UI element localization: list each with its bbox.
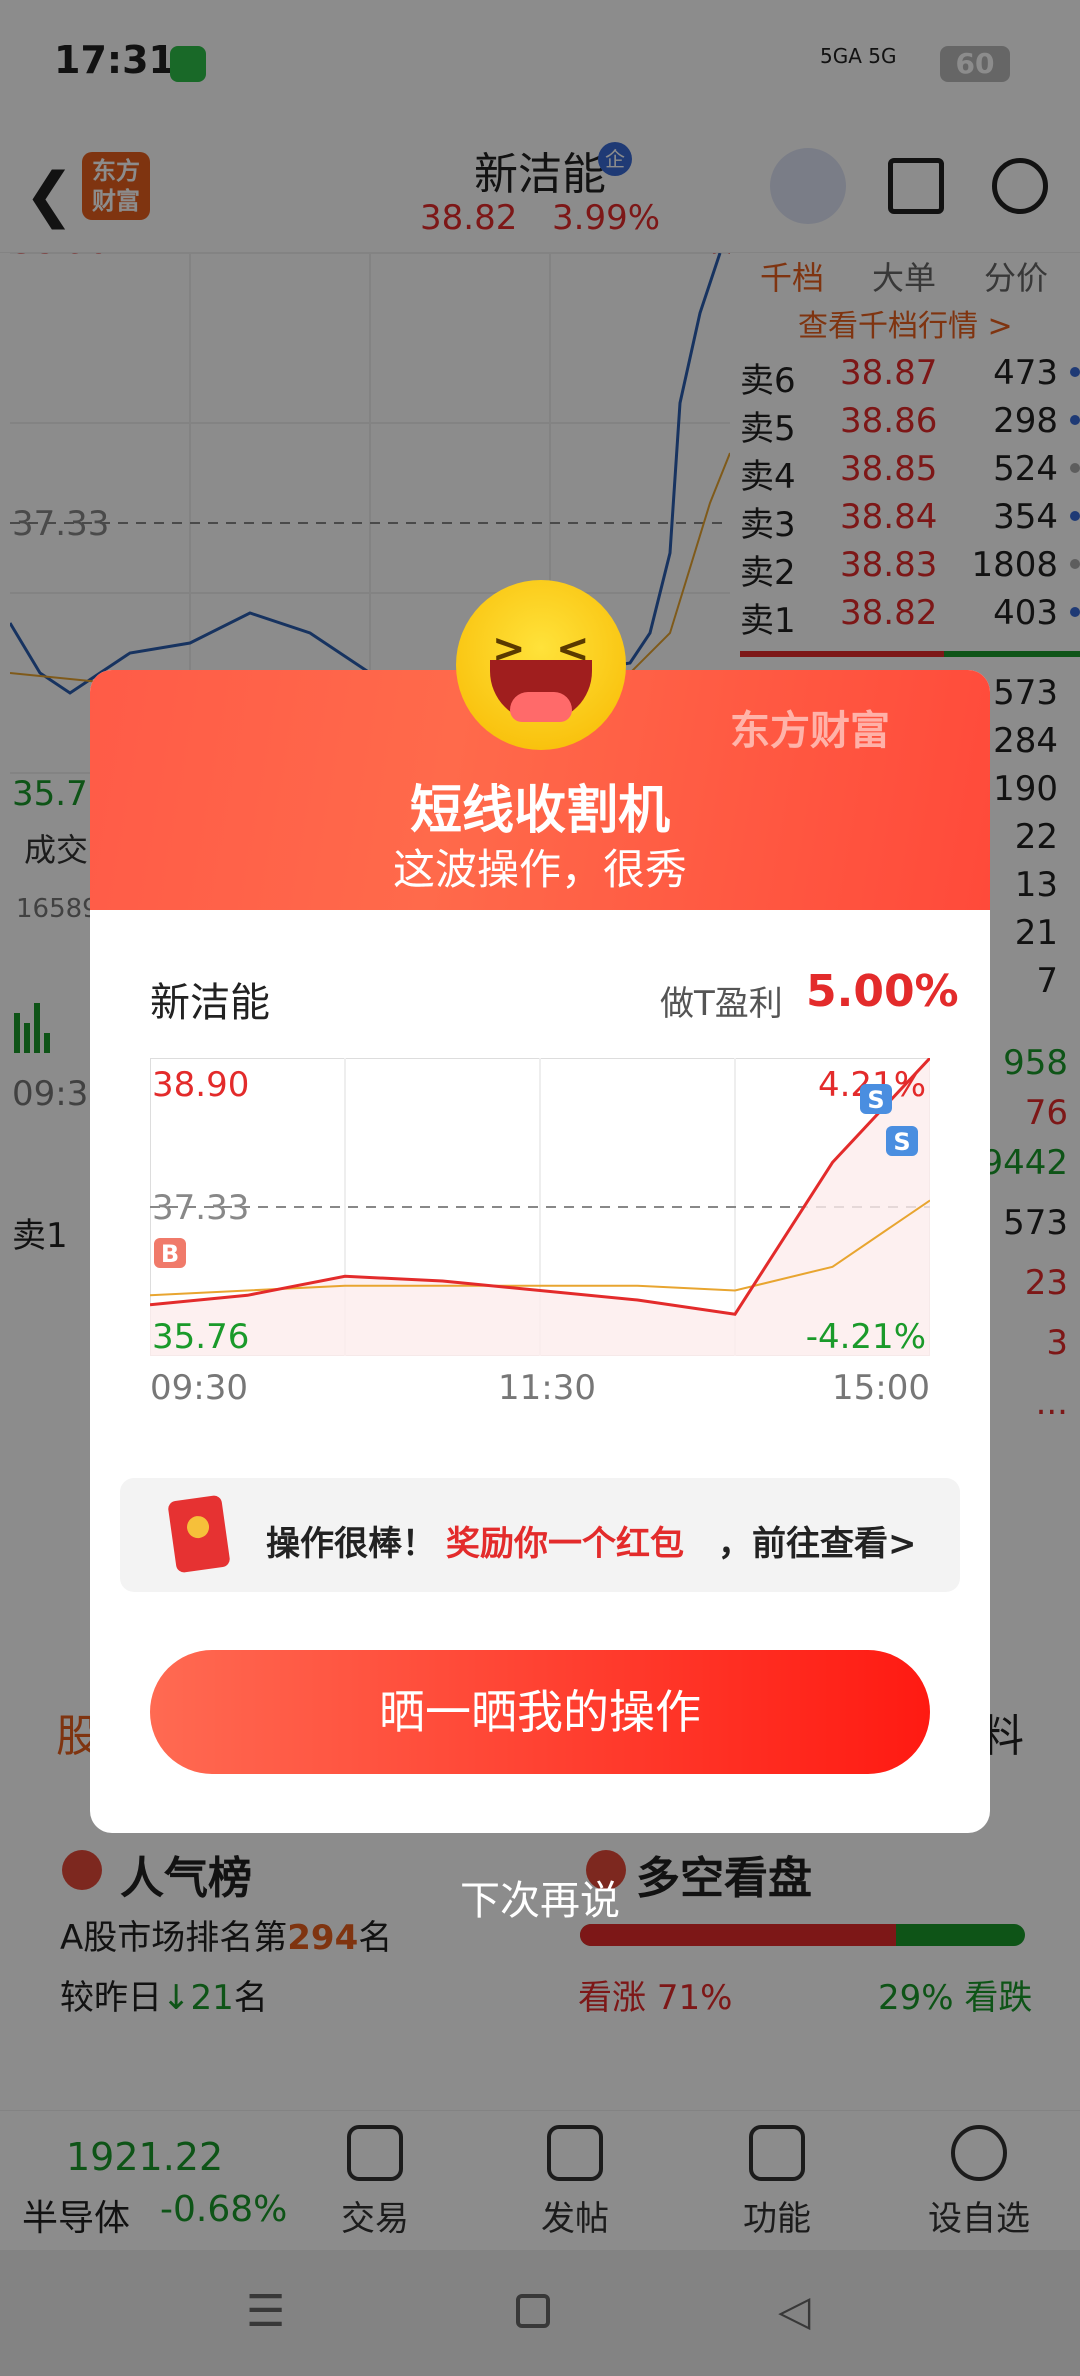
x-tick-label: 11:30: [498, 1368, 596, 1408]
laughing-emoji-icon: > <: [456, 580, 626, 750]
modal-stock-name: 新洁能: [150, 980, 270, 1026]
y-high-label: 38.90: [152, 1065, 249, 1105]
trade-chart: 38.90 37.33 35.76 4.21% -4.21% B S S: [150, 1058, 930, 1356]
x-tick-label: 09:30: [150, 1368, 248, 1408]
sell-marker: S: [886, 1126, 918, 1156]
svg-text:S: S: [893, 1128, 910, 1156]
svg-text:S: S: [867, 1086, 884, 1114]
y-low-label: 35.76: [152, 1317, 249, 1356]
reward-modal: 东方财富 短线收割机 这波操作，很秀 新洁能 做T盈利 5.00% 38.90 …: [90, 670, 990, 1833]
svg-text:B: B: [161, 1240, 179, 1268]
reward-text-praise: 操作很棒！: [266, 1524, 436, 1564]
reward-text-highlight: 奖励你一个红包: [446, 1524, 684, 1564]
profit-label: 做T盈利: [660, 984, 783, 1024]
x-tick-label: 15:00: [832, 1368, 930, 1408]
modal-subtitle: 这波操作，很秀: [392, 845, 687, 894]
brand-watermark: 东方财富: [730, 708, 890, 754]
buy-marker: B: [154, 1238, 186, 1268]
dismiss-later-button[interactable]: 下次再说: [0, 1868, 1080, 1926]
y-ref-label: 37.33: [152, 1188, 249, 1228]
y-low-pct-label: -4.21%: [806, 1317, 926, 1356]
profit-value: 5.00%: [806, 966, 959, 1017]
red-packet-banner[interactable]: 操作很棒！ 奖励你一个红包 ，前往查看>: [120, 1478, 960, 1592]
reward-text-link: ，前往查看>: [718, 1524, 917, 1564]
share-operation-button[interactable]: 晒一晒我的操作: [150, 1650, 930, 1774]
sell-marker: S: [860, 1084, 892, 1114]
modal-title: 短线收割机: [409, 781, 670, 841]
red-packet-icon: [167, 1494, 231, 1574]
